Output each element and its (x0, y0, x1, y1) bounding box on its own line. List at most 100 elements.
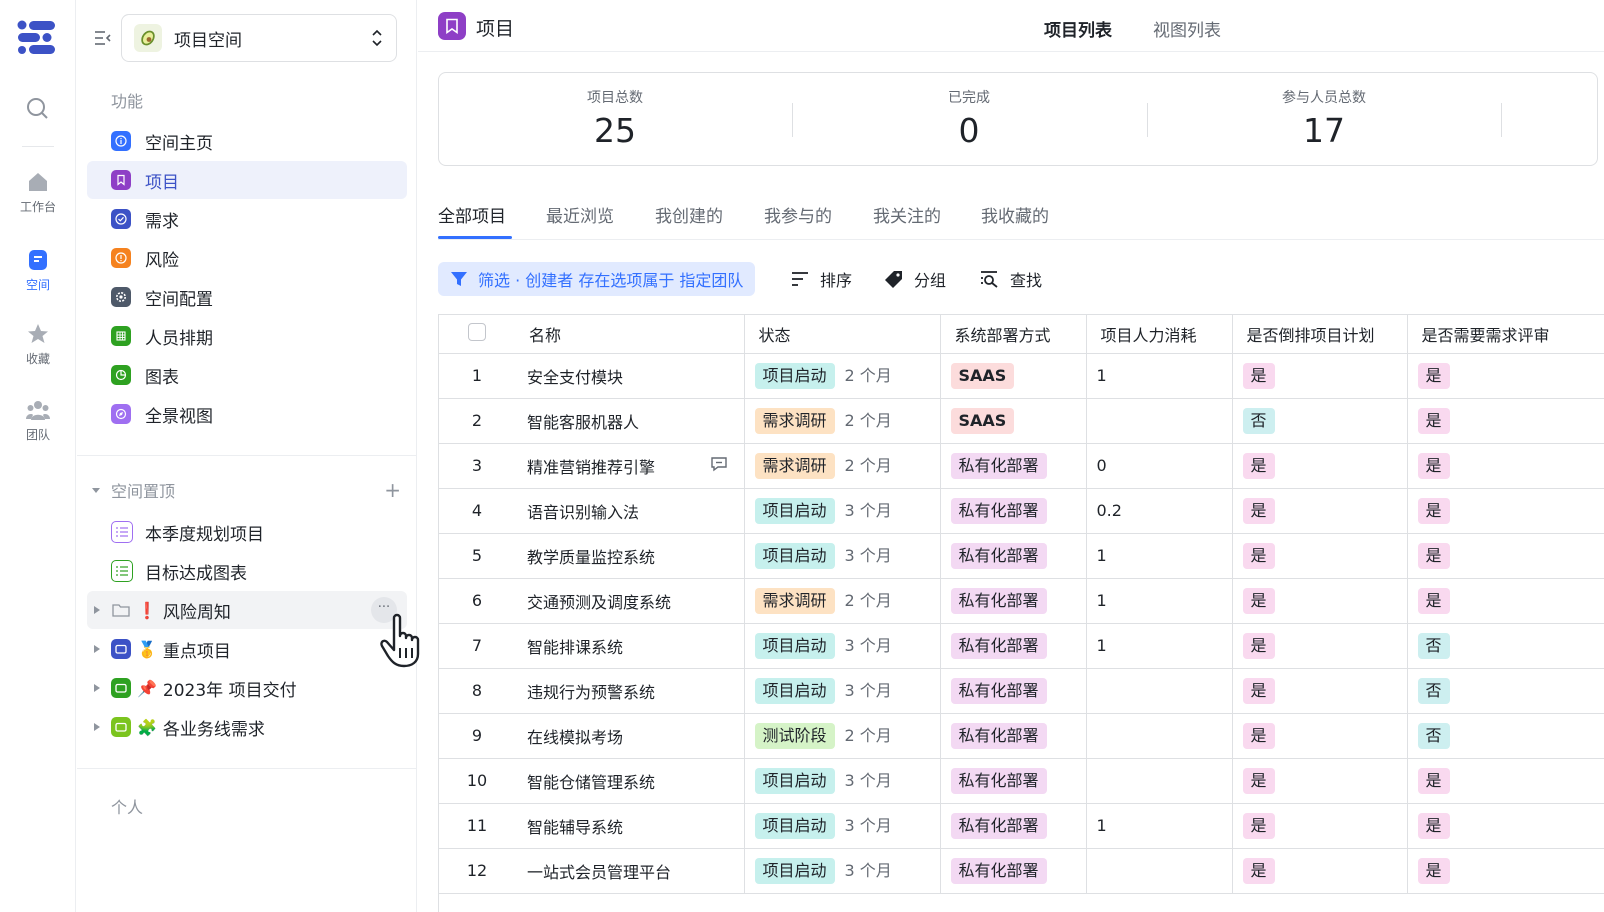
effort-cell[interactable]: 1 (1086, 803, 1233, 849)
collapse-sidebar-icon[interactable] (93, 28, 113, 48)
review-cell[interactable]: 是 (1407, 398, 1604, 444)
reverse-plan-cell[interactable]: 是 (1232, 353, 1408, 399)
table-row[interactable]: 7 智能排课系统 项目启动 3 个月 私有化部署 1 是 否 (439, 623, 1604, 669)
project-name-cell[interactable]: 交通预测及调度系统 (515, 578, 745, 624)
status-cell[interactable]: 项目启动 3 个月 (744, 533, 941, 579)
review-cell[interactable]: 是 (1407, 533, 1604, 579)
reverse-plan-cell[interactable]: 是 (1232, 578, 1408, 624)
nav-item-space-home[interactable]: 空间主页 (87, 122, 407, 160)
deploy-cell[interactable]: 私有化部署 (940, 668, 1087, 714)
table-row[interactable]: 2 智能客服机器人 需求调研 2 个月 SAAS 否 是 (439, 398, 1604, 444)
nav-item-panorama[interactable]: 全景视图 (87, 395, 407, 433)
tab-created-by-me[interactable]: 我创建的 (655, 202, 723, 227)
reverse-plan-cell[interactable]: 是 (1232, 488, 1408, 534)
tab-following[interactable]: 我关注的 (873, 202, 941, 227)
project-name-cell[interactable]: 教学质量监控系统 (515, 533, 745, 579)
deploy-cell[interactable]: 私有化部署 (940, 848, 1087, 894)
tab-project-list[interactable]: 项目列表 (1044, 16, 1112, 41)
deploy-cell[interactable]: 私有化部署 (940, 488, 1087, 534)
review-cell[interactable]: 是 (1407, 488, 1604, 534)
project-name-cell[interactable]: 智能排课系统 (515, 623, 745, 669)
table-row[interactable]: 12 一站式会员管理平台 项目启动 3 个月 私有化部署 是 是 (439, 848, 1604, 894)
deploy-cell[interactable]: SAAS (940, 353, 1087, 399)
sort-button[interactable]: 排序 (790, 262, 852, 296)
search-icon[interactable] (25, 96, 49, 120)
effort-cell[interactable]: 1 (1086, 623, 1233, 669)
nav-item-risks[interactable]: 风险 (87, 239, 407, 277)
effort-cell[interactable] (1086, 848, 1233, 894)
review-cell[interactable]: 是 (1407, 803, 1604, 849)
deploy-cell[interactable]: 私有化部署 (940, 758, 1087, 804)
add-pinned-icon[interactable]: + (384, 478, 401, 502)
reverse-plan-cell[interactable]: 是 (1232, 803, 1408, 849)
reverse-plan-cell[interactable]: 是 (1232, 758, 1408, 804)
col-header-name[interactable]: 名称 (515, 315, 745, 354)
deploy-cell[interactable]: 私有化部署 (940, 803, 1087, 849)
project-name-cell[interactable]: 智能仓储管理系统 (515, 758, 745, 804)
col-header-review[interactable]: 是否需要需求评审 (1407, 315, 1604, 354)
status-cell[interactable]: 需求调研 2 个月 (744, 398, 941, 444)
nav-item-space-config[interactable]: 空间配置 (87, 278, 407, 316)
space-selector[interactable]: 项目空间 (121, 14, 397, 62)
reverse-plan-cell[interactable]: 是 (1232, 533, 1408, 579)
effort-cell[interactable] (1086, 668, 1233, 714)
app-logo-icon[interactable] (17, 20, 57, 54)
pinned-folder-risk-notice[interactable]: ❗ 风险周知 ··· (87, 591, 407, 629)
status-cell[interactable]: 项目启动 3 个月 (744, 758, 941, 804)
table-row[interactable]: 10 智能仓储管理系统 项目启动 3 个月 私有化部署 是 是 (439, 758, 1604, 804)
review-cell[interactable]: 否 (1407, 668, 1604, 714)
status-cell[interactable]: 需求调研 2 个月 (744, 443, 941, 489)
deploy-cell[interactable]: 私有化部署 (940, 533, 1087, 579)
find-button[interactable]: 查找 (980, 262, 1042, 296)
project-name-cell[interactable]: 智能客服机器人 (515, 398, 745, 444)
select-all-checkbox[interactable] (468, 322, 486, 341)
nav-item-requirements[interactable]: 需求 (87, 200, 407, 238)
review-cell[interactable]: 否 (1407, 713, 1604, 759)
tab-participating[interactable]: 我参与的 (764, 202, 832, 227)
reverse-plan-cell[interactable]: 是 (1232, 848, 1408, 894)
deploy-cell[interactable]: 私有化部署 (940, 713, 1087, 759)
deploy-cell[interactable]: 私有化部署 (940, 443, 1087, 489)
tab-view-list[interactable]: 视图列表 (1153, 16, 1221, 41)
table-row[interactable]: 11 智能辅导系统 项目启动 3 个月 私有化部署 1 是是 (439, 803, 1604, 849)
pinned-folder-key-projects[interactable]: 🥇 重点项目 (87, 630, 407, 668)
project-name-cell[interactable]: 安全支付模块 (515, 353, 745, 399)
effort-cell[interactable]: 1 (1086, 533, 1233, 579)
rail-item-space[interactable]: 空间 (0, 248, 76, 293)
project-name-cell[interactable]: 违规行为预警系统 (515, 668, 745, 714)
effort-cell[interactable] (1086, 758, 1233, 804)
col-header-reverse-plan[interactable]: 是否倒排项目计划 (1232, 315, 1408, 354)
pinned-folder-2023-delivery[interactable]: 📌 2023年 项目交付 (87, 669, 407, 707)
review-cell[interactable]: 是 (1407, 353, 1604, 399)
reverse-plan-cell[interactable]: 是 (1232, 623, 1408, 669)
pinned-folder-business-needs[interactable]: 🧩 各业务线需求 (87, 708, 407, 746)
tab-recent[interactable]: 最近浏览 (546, 202, 614, 227)
effort-cell[interactable]: 1 (1086, 578, 1233, 624)
project-name-cell[interactable]: 精准营销推荐引擎 (515, 443, 745, 489)
deploy-cell[interactable]: 私有化部署 (940, 578, 1087, 624)
rail-item-favorites[interactable]: 收藏 (0, 322, 76, 367)
project-name-cell[interactable]: 在线模拟考场 (515, 713, 745, 759)
effort-cell[interactable]: 1 (1086, 353, 1233, 399)
project-name-cell[interactable]: 智能辅导系统 (515, 803, 745, 849)
deploy-cell[interactable]: 私有化部署 (940, 623, 1087, 669)
group-button[interactable]: 分组 (884, 262, 946, 296)
status-cell[interactable]: 项目启动 3 个月 (744, 623, 941, 669)
col-header-effort[interactable]: 项目人力消耗 (1086, 315, 1233, 354)
pinned-list-quarter-plan[interactable]: 本季度规划项目 (87, 513, 407, 551)
table-row[interactable]: 1 安全支付模块 项目启动 2 个月 SAAS 1 是是 (439, 353, 1604, 399)
review-cell[interactable]: 是 (1407, 578, 1604, 624)
reverse-plan-cell[interactable]: 否 (1232, 398, 1408, 444)
nav-item-projects[interactable]: 项目 (87, 161, 407, 199)
filter-button[interactable]: 筛选 · 创建者 存在选项属于 指定团队 (438, 262, 756, 296)
nav-item-schedule[interactable]: 人员排期 (87, 317, 407, 355)
status-cell[interactable]: 测试阶段 2 个月 (744, 713, 941, 759)
rail-item-team[interactable]: 团队 (0, 398, 76, 443)
effort-cell[interactable]: 0.2 (1086, 488, 1233, 534)
review-cell[interactable]: 是 (1407, 848, 1604, 894)
tab-favorites[interactable]: 我收藏的 (981, 202, 1049, 227)
col-header-deploy[interactable]: 系统部署方式 (940, 315, 1087, 354)
table-row[interactable]: 5 教学质量监控系统 项目启动 3 个月 私有化部署 1 是是 (439, 533, 1604, 579)
reverse-plan-cell[interactable]: 是 (1232, 443, 1408, 489)
reverse-plan-cell[interactable]: 是 (1232, 713, 1408, 759)
